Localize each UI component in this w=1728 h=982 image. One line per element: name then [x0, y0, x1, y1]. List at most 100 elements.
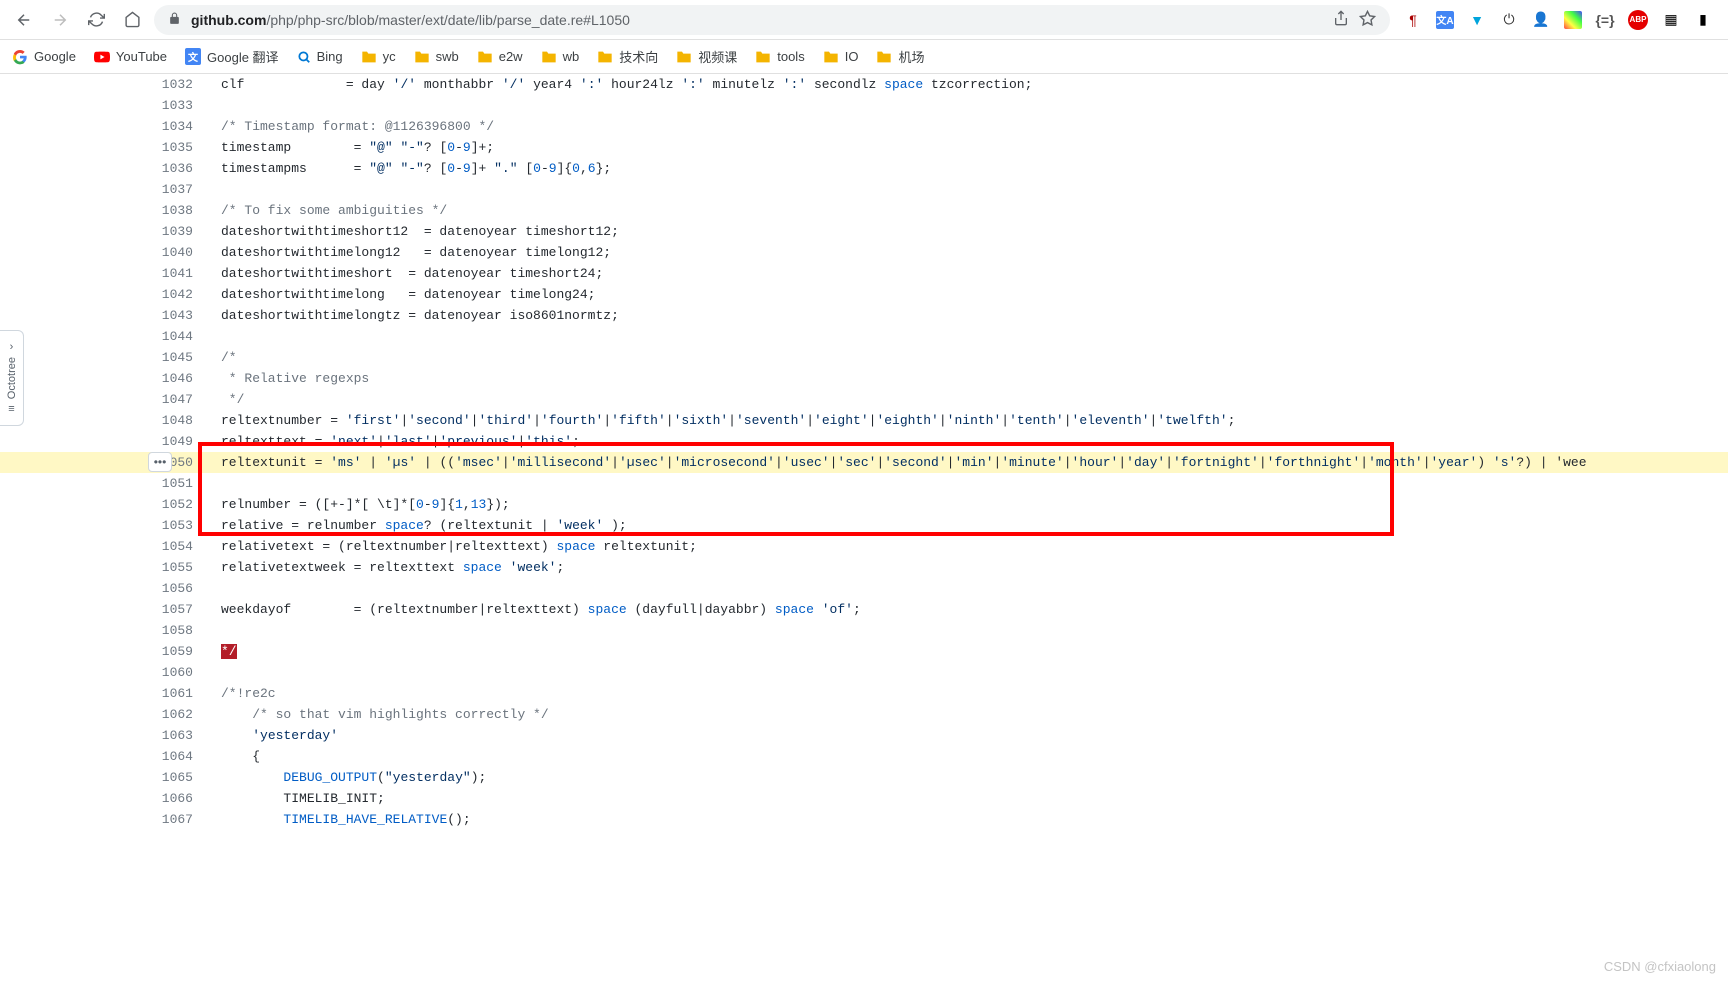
- line-content[interactable]: DEBUG_OUTPUT("yesterday");: [209, 767, 1728, 788]
- line-content[interactable]: dateshortwithtimelong = datenoyear timel…: [209, 284, 1728, 305]
- line-number[interactable]: 1037: [153, 179, 209, 200]
- ext-power-icon[interactable]: ⏻: [1500, 11, 1518, 29]
- line-content[interactable]: [209, 662, 1728, 683]
- bookmark-item[interactable]: IO: [823, 49, 859, 64]
- line-number[interactable]: 1049: [153, 431, 209, 452]
- line-number[interactable]: 1066: [153, 788, 209, 809]
- reload-button[interactable]: [82, 6, 110, 34]
- address-bar[interactable]: github.com/php/php-src/blob/master/ext/d…: [154, 5, 1390, 35]
- line-number[interactable]: 1035: [153, 137, 209, 158]
- line-content[interactable]: 'yesterday': [209, 725, 1728, 746]
- line-number[interactable]: 1065: [153, 767, 209, 788]
- line-content[interactable]: reltextnumber = 'first'|'second'|'third'…: [209, 410, 1728, 431]
- line-content[interactable]: [209, 473, 1728, 494]
- line-number[interactable]: 1061: [153, 683, 209, 704]
- bookmark-item[interactable]: 机场: [876, 47, 924, 66]
- line-content[interactable]: dateshortwithtimeshort = datenoyear time…: [209, 263, 1728, 284]
- line-content[interactable]: [209, 326, 1728, 347]
- bookmark-item[interactable]: tools: [755, 49, 804, 64]
- line-number[interactable]: 1056: [153, 578, 209, 599]
- bookmark-item[interactable]: 视频课: [676, 47, 737, 66]
- ext-qr-icon[interactable]: ▦: [1662, 11, 1680, 29]
- line-content[interactable]: /* so that vim highlights correctly */: [209, 704, 1728, 725]
- line-number[interactable]: 1063: [153, 725, 209, 746]
- ext-user-icon[interactable]: 👤: [1532, 11, 1550, 29]
- ext-brave-icon[interactable]: ▼: [1468, 11, 1486, 29]
- bookmark-item[interactable]: Google: [12, 49, 76, 65]
- line-number[interactable]: 1039: [153, 221, 209, 242]
- star-icon[interactable]: [1359, 10, 1376, 30]
- line-number[interactable]: 1042: [153, 284, 209, 305]
- line-content[interactable]: */: [209, 389, 1728, 410]
- line-number[interactable]: 1036: [153, 158, 209, 179]
- ext-braces-icon[interactable]: {=}: [1596, 11, 1614, 29]
- ext-paragraph-icon[interactable]: ¶: [1404, 11, 1422, 29]
- line-number[interactable]: 1034: [153, 116, 209, 137]
- line-number[interactable]: 1059: [153, 641, 209, 662]
- line-number[interactable]: 1038: [153, 200, 209, 221]
- line-content[interactable]: dateshortwithtimelong12 = datenoyear tim…: [209, 242, 1728, 263]
- line-number[interactable]: 1062: [153, 704, 209, 725]
- line-content[interactable]: dateshortwithtimeshort12 = datenoyear ti…: [209, 221, 1728, 242]
- line-content[interactable]: /*!re2c: [209, 683, 1728, 704]
- bookmark-item[interactable]: swb: [414, 49, 459, 64]
- ext-rainbow-icon[interactable]: [1564, 11, 1582, 29]
- line-number[interactable]: 1043: [153, 305, 209, 326]
- line-number[interactable]: 1053: [153, 515, 209, 536]
- line-number[interactable]: 1057: [153, 599, 209, 620]
- line-content[interactable]: timestampms = "@" "-"? [0-9]+ "." [0-9]{…: [209, 158, 1728, 179]
- line-content[interactable]: [209, 95, 1728, 116]
- line-content[interactable]: relativetextweek = reltexttext space 'we…: [209, 557, 1728, 578]
- back-button[interactable]: [10, 6, 38, 34]
- line-number[interactable]: 1067: [153, 809, 209, 830]
- line-number[interactable]: 1058: [153, 620, 209, 641]
- line-actions-menu[interactable]: •••: [148, 452, 172, 472]
- bookmark-item[interactable]: Bing: [297, 49, 343, 64]
- ext-gtranslate-icon[interactable]: 文A: [1436, 11, 1454, 29]
- line-number[interactable]: 1064: [153, 746, 209, 767]
- bookmark-item[interactable]: 文Google 翻译: [185, 47, 279, 66]
- line-content[interactable]: [209, 179, 1728, 200]
- line-number[interactable]: 1040: [153, 242, 209, 263]
- line-content[interactable]: reltexttext = 'next'|'last'|'previous'|'…: [209, 431, 1728, 452]
- line-content[interactable]: [209, 620, 1728, 641]
- bookmark-item[interactable]: 技术向: [597, 47, 658, 66]
- line-number[interactable]: 1033: [153, 95, 209, 116]
- line-content[interactable]: {: [209, 746, 1728, 767]
- line-content[interactable]: clf = day '/' monthabbr '/' year4 ':' ho…: [209, 74, 1728, 95]
- line-content[interactable]: /*: [209, 347, 1728, 368]
- line-content[interactable]: weekdayof = (reltextnumber|reltexttext) …: [209, 599, 1728, 620]
- bookmark-item[interactable]: e2w: [477, 49, 523, 64]
- line-content[interactable]: /* To fix some ambiguities */: [209, 200, 1728, 221]
- line-number[interactable]: 1041: [153, 263, 209, 284]
- share-icon[interactable]: [1333, 10, 1349, 29]
- line-content[interactable]: TIMELIB_HAVE_RELATIVE();: [209, 809, 1728, 830]
- line-number[interactable]: 1045: [153, 347, 209, 368]
- line-number[interactable]: 1047: [153, 389, 209, 410]
- line-number[interactable]: 1060: [153, 662, 209, 683]
- line-content[interactable]: /* Timestamp format: @1126396800 */: [209, 116, 1728, 137]
- bookmark-item[interactable]: wb: [541, 49, 580, 64]
- ext-more-icon[interactable]: ▮: [1694, 11, 1712, 29]
- line-number[interactable]: 1054: [153, 536, 209, 557]
- line-content[interactable]: relative = relnumber space? (reltextunit…: [209, 515, 1728, 536]
- bookmark-item[interactable]: yc: [361, 49, 396, 64]
- line-content[interactable]: relativetext = (reltextnumber|reltexttex…: [209, 536, 1728, 557]
- line-content[interactable]: * Relative regexps: [209, 368, 1728, 389]
- line-number[interactable]: 1032: [153, 74, 209, 95]
- line-number[interactable]: 1046: [153, 368, 209, 389]
- bookmark-item[interactable]: YouTube: [94, 49, 167, 64]
- ext-abp-icon[interactable]: ABP: [1628, 10, 1648, 30]
- line-number[interactable]: 1055: [153, 557, 209, 578]
- line-content[interactable]: relnumber = ([+-]*[ \t]*[0-9]{1,13});: [209, 494, 1728, 515]
- line-content[interactable]: [209, 578, 1728, 599]
- line-content[interactable]: TIMELIB_INIT;: [209, 788, 1728, 809]
- line-content[interactable]: dateshortwithtimelongtz = datenoyear iso…: [209, 305, 1728, 326]
- line-number[interactable]: 1051: [153, 473, 209, 494]
- home-button[interactable]: [118, 6, 146, 34]
- forward-button[interactable]: [46, 6, 74, 34]
- line-number[interactable]: 1052: [153, 494, 209, 515]
- line-content[interactable]: timestamp = "@" "-"? [0-9]+;: [209, 137, 1728, 158]
- line-content[interactable]: reltextunit = 'ms' | 'µs' | (('msec'|'mi…: [209, 452, 1728, 473]
- line-number[interactable]: 1048: [153, 410, 209, 431]
